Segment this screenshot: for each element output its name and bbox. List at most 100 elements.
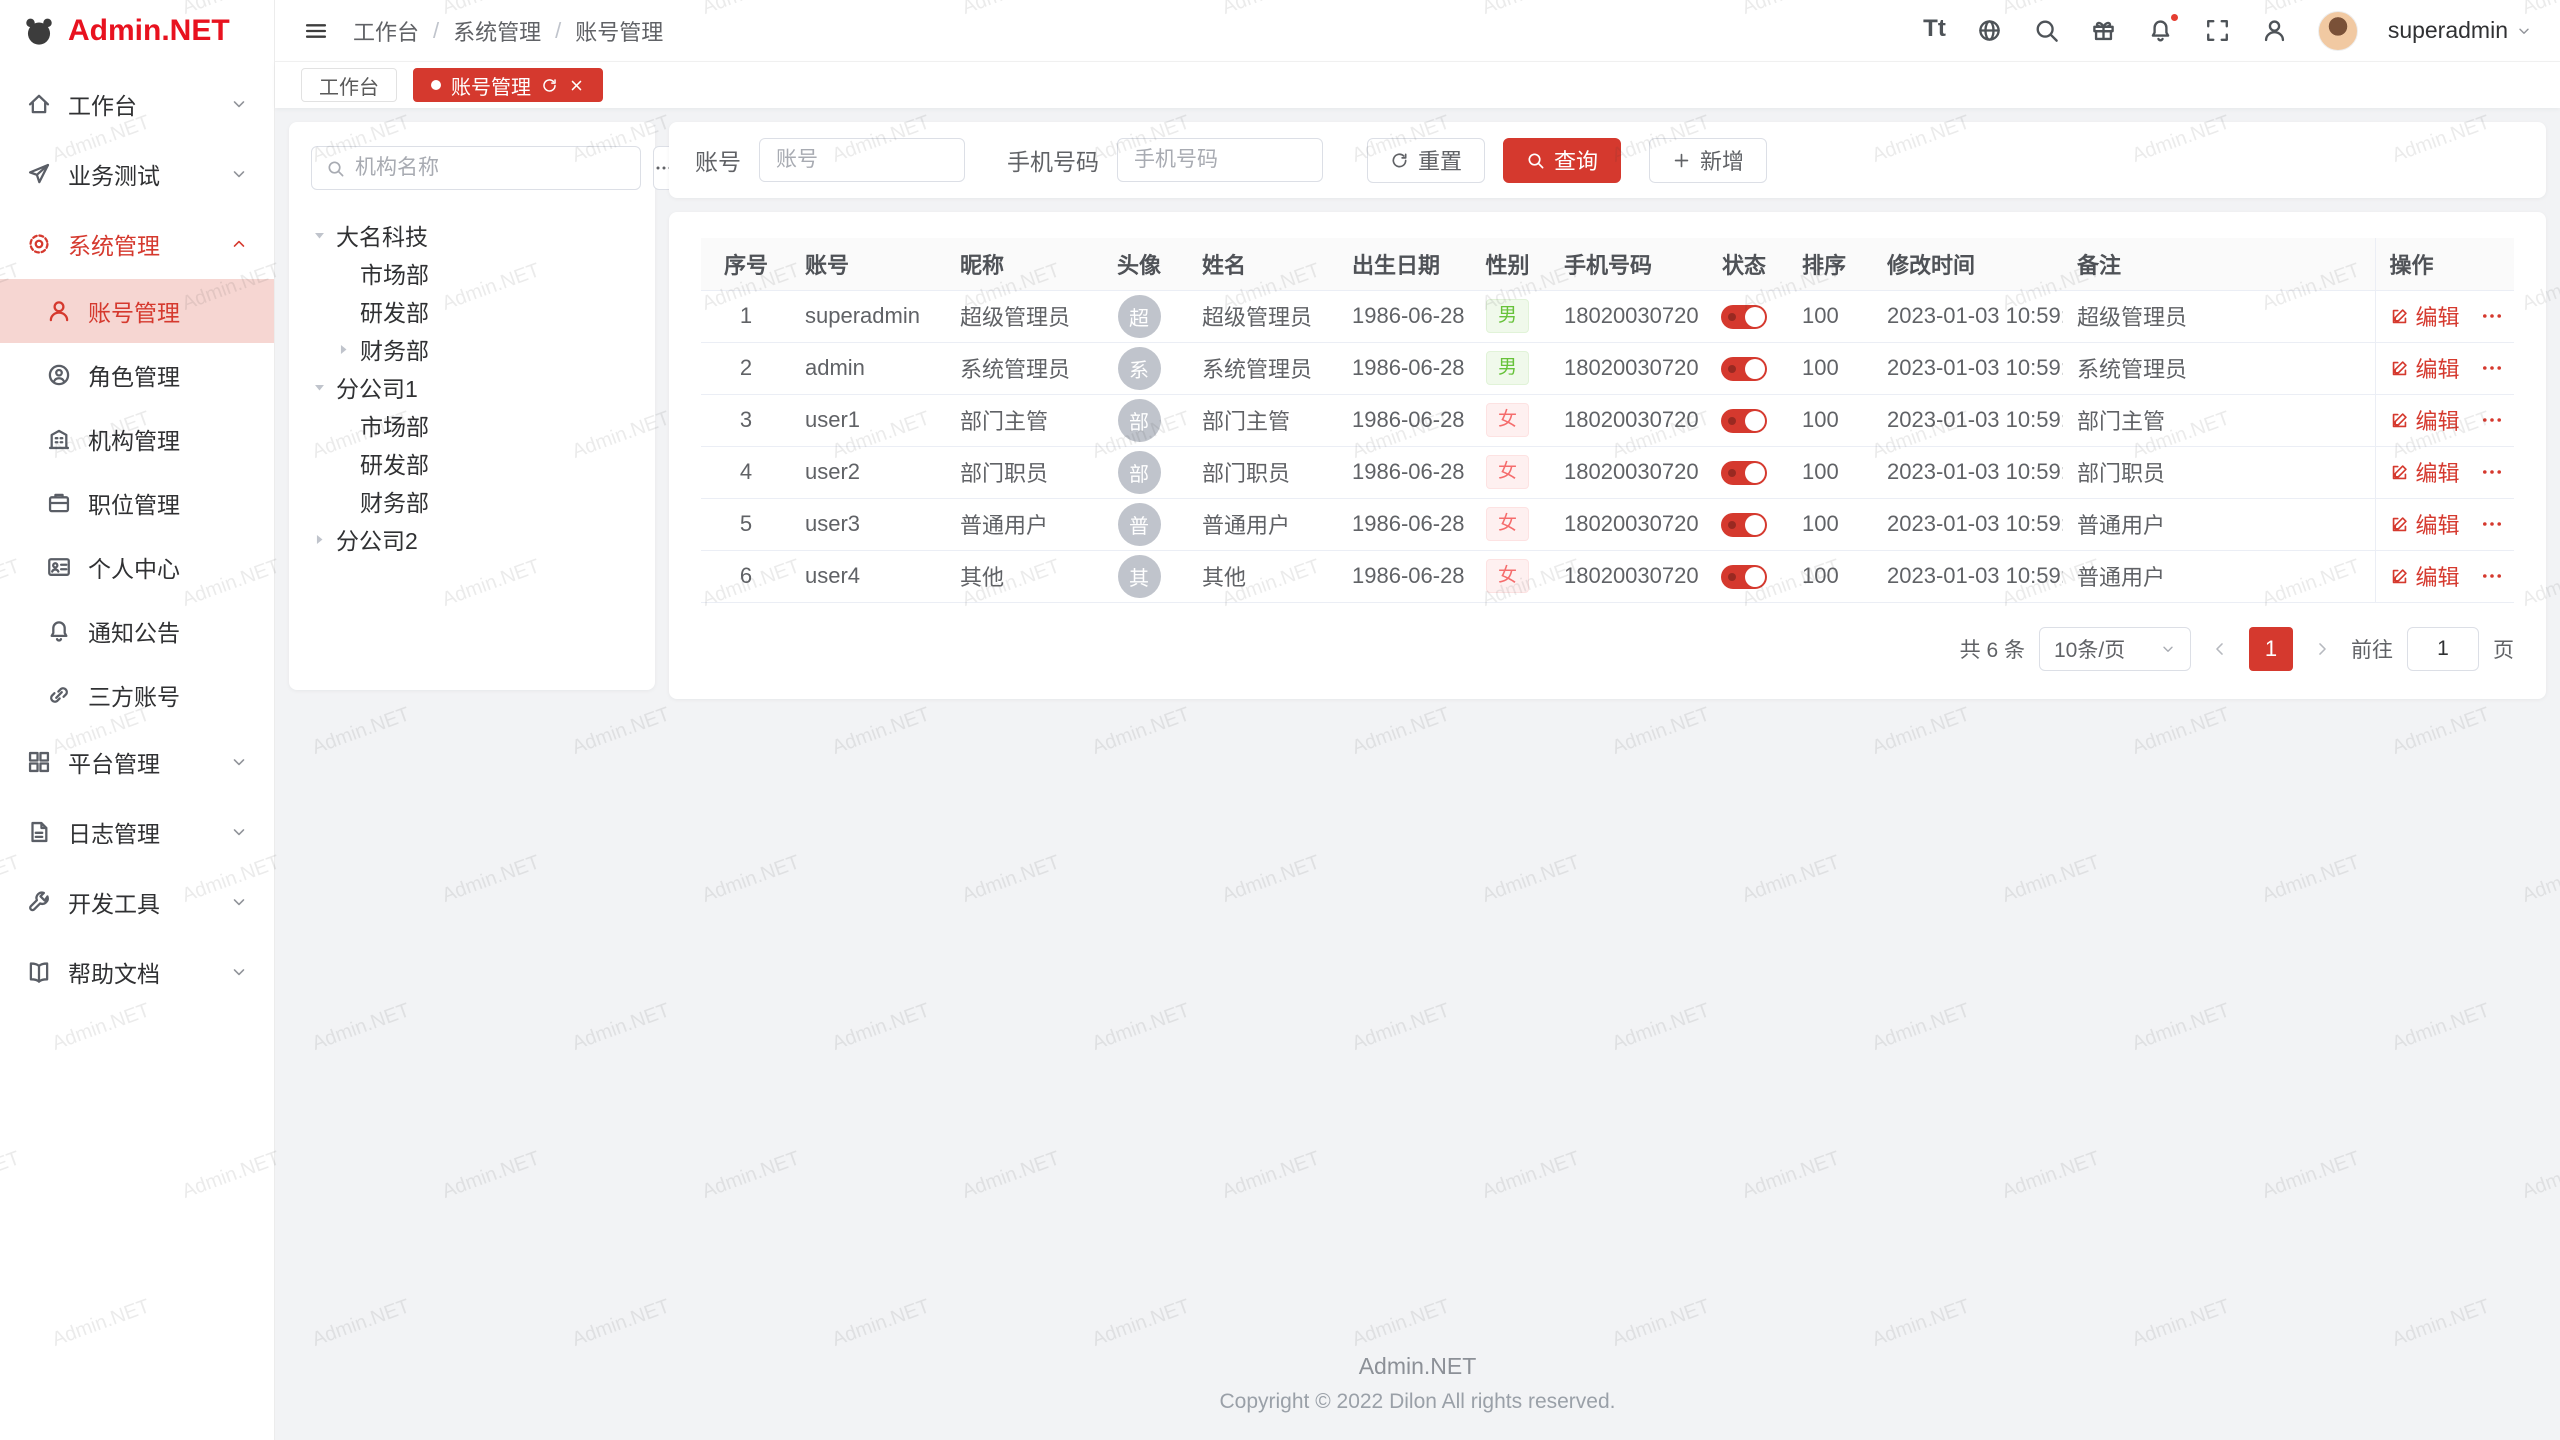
column-header: 修改时间 <box>1873 238 2063 290</box>
tab-account-management[interactable]: 账号管理 <box>413 68 603 102</box>
edit-button[interactable]: 编辑 <box>2390 352 2460 384</box>
font-size-icon[interactable]: Tt <box>1923 17 1946 44</box>
tree-node[interactable]: 分公司1 <box>311 368 633 406</box>
cell-birth-date: 1986-06-28 <box>1338 290 1465 342</box>
tree-expand-icon[interactable] <box>311 531 328 548</box>
next-page-button[interactable] <box>2307 627 2337 671</box>
sidebar-item-log-management[interactable]: 日志管理 <box>0 797 274 867</box>
edit-button[interactable]: 编辑 <box>2390 456 2460 488</box>
tool-icon <box>26 889 52 915</box>
edit-button[interactable]: 编辑 <box>2390 300 2460 332</box>
sidebar-item-workbench[interactable]: 工作台 <box>0 69 274 139</box>
notification-bell-icon[interactable] <box>2147 17 2174 44</box>
cell-sort: 100 <box>1788 342 1873 394</box>
tree-node[interactable]: 分公司2 <box>311 520 633 558</box>
edit-button[interactable]: 编辑 <box>2390 560 2460 592</box>
tree-expand-icon[interactable] <box>311 379 328 396</box>
goto-page-input[interactable] <box>2407 627 2479 671</box>
tree-node[interactable]: 财务部 <box>311 330 633 368</box>
tree-node[interactable]: 大名科技 <box>311 216 633 254</box>
row-more-button[interactable] <box>2480 408 2504 432</box>
sidebar-item-role-management[interactable]: 角色管理 <box>0 343 274 407</box>
row-more-button[interactable] <box>2480 304 2504 328</box>
page-unit-label: 页 <box>2493 634 2514 664</box>
sidebar-item-system-management[interactable]: 系统管理 <box>0 209 274 279</box>
tabbar: 工作台账号管理 <box>275 61 2560 108</box>
sidebar-item-org-management[interactable]: 机构管理 <box>0 407 274 471</box>
row-more-button[interactable] <box>2480 356 2504 380</box>
theme-icon[interactable] <box>2090 17 2117 44</box>
search-icon[interactable] <box>2033 17 2060 44</box>
status-toggle[interactable] <box>1721 461 1767 485</box>
status-toggle[interactable] <box>1721 565 1767 589</box>
tab-workbench[interactable]: 工作台 <box>301 68 397 102</box>
search-button-label: 查询 <box>1554 144 1598 176</box>
account-input[interactable] <box>759 138 965 182</box>
prev-page-button[interactable] <box>2205 627 2235 671</box>
sidebar-item-account-management[interactable]: 账号管理 <box>0 279 274 343</box>
status-toggle[interactable] <box>1721 513 1767 537</box>
breadcrumb-item[interactable]: 系统管理 <box>453 15 541 47</box>
logo[interactable]: Admin.NET <box>0 0 274 61</box>
tab-close-icon[interactable] <box>568 77 585 94</box>
topbar-tools: Tt <box>1923 17 2288 44</box>
tree-node[interactable]: 研发部 <box>311 292 633 330</box>
fullscreen-icon[interactable] <box>2204 17 2231 44</box>
reset-button[interactable]: 重置 <box>1367 138 1485 183</box>
profile-icon[interactable] <box>2261 17 2288 44</box>
row-more-button[interactable] <box>2480 460 2504 484</box>
tree-node[interactable]: 研发部 <box>311 444 633 482</box>
sidebar-item-help-docs[interactable]: 帮助文档 <box>0 937 274 1007</box>
cell-gender: 女 <box>1465 446 1550 498</box>
reset-button-label: 重置 <box>1418 144 1462 176</box>
accounts-table: 序号账号昵称头像姓名出生日期性别手机号码状态排序修改时间备注操作 1supera… <box>701 238 2514 603</box>
user-menu[interactable]: superadmin <box>2388 17 2532 44</box>
user-avatar[interactable] <box>2318 11 2358 51</box>
edit-button[interactable]: 编辑 <box>2390 404 2460 436</box>
table-row: 2admin系统管理员系系统管理员1986-06-28男180200307201… <box>701 342 2514 394</box>
sidebar-item-notice[interactable]: 通知公告 <box>0 599 274 663</box>
sidebar-item-label: 三方账号 <box>88 678 248 712</box>
edit-button[interactable]: 编辑 <box>2390 508 2460 540</box>
cell-gender: 男 <box>1465 342 1550 394</box>
search-button[interactable]: 查询 <box>1503 138 1621 183</box>
status-toggle[interactable] <box>1721 409 1767 433</box>
page-size-select[interactable]: 10条/页 <box>2039 627 2191 671</box>
sidebar-item-third-party-account[interactable]: 三方账号 <box>0 663 274 727</box>
breadcrumb-item[interactable]: 账号管理 <box>575 15 663 47</box>
sidebar-item-platform-management[interactable]: 平台管理 <box>0 727 274 797</box>
row-more-button[interactable] <box>2480 564 2504 588</box>
tree-node[interactable]: 市场部 <box>311 254 633 292</box>
sidebar-item-business-test[interactable]: 业务测试 <box>0 139 274 209</box>
arrow-right-icon <box>2313 640 2331 658</box>
language-icon[interactable] <box>1976 17 2003 44</box>
sidebar-item-dev-tools[interactable]: 开发工具 <box>0 867 274 937</box>
sidebar-item-personal-center[interactable]: 个人中心 <box>0 535 274 599</box>
sidebar-item-position-management[interactable]: 职位管理 <box>0 471 274 535</box>
add-button[interactable]: 新增 <box>1649 138 1767 183</box>
org-search-input[interactable] <box>355 156 626 180</box>
cell-nickname: 超级管理员 <box>946 290 1090 342</box>
tree-node[interactable]: 财务部 <box>311 482 633 520</box>
cell-modified-time: 2023-01-03 10:59:44 <box>1873 290 2063 342</box>
page-number-1[interactable]: 1 <box>2249 627 2293 671</box>
content: 大名科技市场部研发部财务部分公司1市场部研发部财务部分公司2 账号 手机号码 重… <box>275 108 2560 1440</box>
tab-refresh-icon[interactable] <box>541 77 558 94</box>
topbar: 工作台/系统管理/账号管理 Tt superadmin <box>275 0 2560 61</box>
arrow-left-icon <box>2211 640 2229 658</box>
row-more-button[interactable] <box>2480 512 2504 536</box>
phone-input[interactable] <box>1117 138 1323 182</box>
org-icon <box>46 426 72 452</box>
tree-expand-icon[interactable] <box>335 341 352 358</box>
submenu-system-management: 账号管理角色管理机构管理职位管理个人中心通知公告三方账号 <box>0 279 274 727</box>
status-toggle[interactable] <box>1721 357 1767 381</box>
cell-birth-date: 1986-06-28 <box>1338 394 1465 446</box>
status-toggle[interactable] <box>1721 305 1767 329</box>
tree-expand-icon[interactable] <box>311 227 328 244</box>
tree-node[interactable]: 市场部 <box>311 406 633 444</box>
footer-copyright: Copyright © 2022 Dilon All rights reserv… <box>275 1390 2560 1414</box>
breadcrumb-item[interactable]: 工作台 <box>353 15 419 47</box>
menu-collapse-icon[interactable] <box>303 18 329 44</box>
org-tree: 大名科技市场部研发部财务部分公司1市场部研发部财务部分公司2 <box>311 216 633 558</box>
edit-icon <box>2390 515 2409 534</box>
